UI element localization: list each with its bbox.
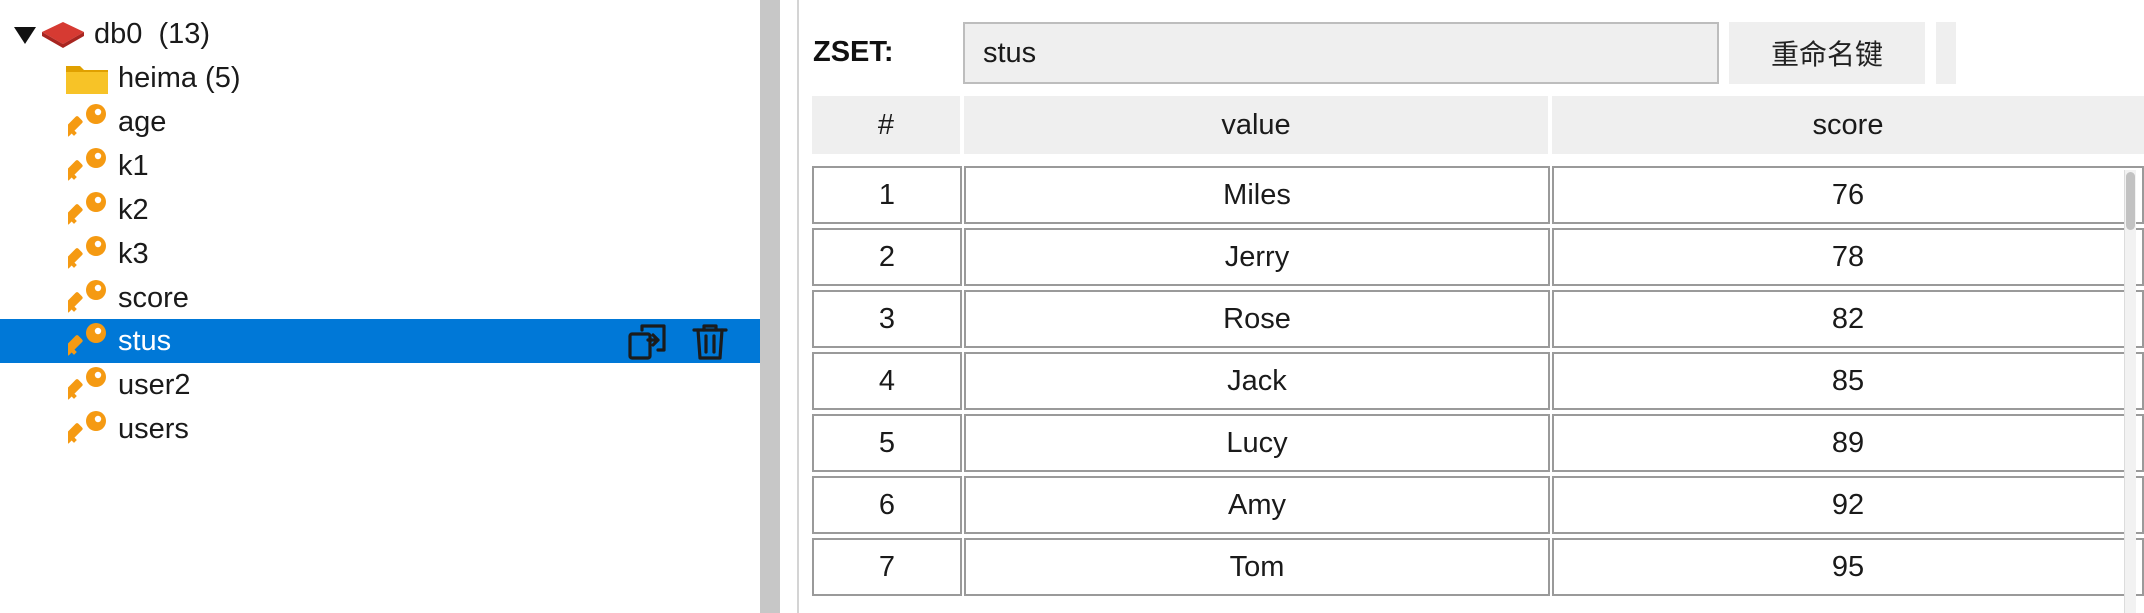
cell-score[interactable]: 78 [1552, 228, 2144, 286]
tree-item-label: age [118, 105, 167, 138]
cell-value[interactable]: Lucy [964, 414, 1550, 472]
tree-folder-0[interactable]: heima (5) [0, 56, 760, 100]
cell-value[interactable]: Jack [964, 352, 1550, 410]
divider [797, 0, 799, 613]
rename-key-button[interactable]: 重命名键 [1729, 22, 1925, 84]
table-row[interactable]: 3 Rose 82 [812, 290, 2144, 348]
key-icon [62, 102, 108, 142]
tree-item-label: heima (5) [118, 62, 241, 94]
expand-arrow-icon[interactable] [12, 22, 38, 48]
key-detail-panel: ZSET: 重命名键 # value score 1Miles762Jerry7… [800, 0, 2144, 613]
tree-key-1[interactable]: age [0, 100, 760, 144]
tree-key-4[interactable]: k3 [0, 232, 760, 276]
tree-key-8[interactable]: users [0, 407, 760, 451]
tree-item-label: k2 [118, 193, 149, 226]
key-icon [62, 321, 108, 361]
key-icon [62, 278, 108, 318]
tree-item-label: users [118, 413, 189, 446]
column-header-index[interactable]: # [812, 96, 960, 154]
tree-item-label: k1 [118, 149, 149, 182]
db-label: db0 (13) [94, 18, 211, 50]
table-row[interactable]: 2 Jerry 78 [812, 228, 2144, 286]
folder-icon [64, 60, 110, 96]
key-icon [62, 190, 108, 230]
cell-value[interactable]: Amy [964, 476, 1550, 534]
tree-db-node[interactable]: db0 (13) [0, 4, 760, 64]
redis-key-browser: db0 (13) heima (5) age k1 k2 k3 score stus user… [0, 0, 2144, 613]
tree-item-label: stus [118, 325, 172, 358]
tree-key-6[interactable]: stus [0, 319, 760, 364]
next-toolbar-button[interactable] [1936, 22, 1956, 84]
tree-item-label: score [118, 281, 189, 314]
cell-value[interactable]: Tom [964, 538, 1550, 596]
table-header: # value score [812, 96, 2144, 154]
tree-key-5[interactable]: score [0, 276, 760, 320]
tree-key-7[interactable]: user2 [0, 363, 760, 407]
tree-item-label: k3 [118, 237, 149, 270]
table-body: 1 Miles 76 2 Jerry 78 3 Rose 82 4 Jack 85 5 Lucy 89 6 Am… [812, 166, 2144, 613]
cell-score[interactable]: 85 [1552, 352, 2144, 410]
pane-splitter[interactable] [760, 0, 780, 613]
cell-value[interactable]: Rose [964, 290, 1550, 348]
key-icon [62, 146, 108, 186]
cell-value[interactable]: Miles [964, 166, 1550, 224]
cell-index[interactable]: 6 [812, 476, 962, 534]
table-row[interactable]: 6 Amy 92 [812, 476, 2144, 534]
tree-key-2[interactable]: k1 [0, 144, 760, 188]
cell-score[interactable]: 95 [1552, 538, 2144, 596]
cell-score[interactable]: 76 [1552, 166, 2144, 224]
table-row[interactable]: 4 Jack 85 [812, 352, 2144, 410]
cell-index[interactable]: 2 [812, 228, 962, 286]
key-icon [62, 409, 108, 449]
cell-index[interactable]: 5 [812, 414, 962, 472]
key-type-label: ZSET: [813, 36, 894, 68]
scrollbar-thumb[interactable] [2126, 172, 2135, 230]
column-header-score[interactable]: score [1552, 96, 2144, 154]
table-row[interactable]: 5 Lucy 89 [812, 414, 2144, 472]
cell-index[interactable]: 4 [812, 352, 962, 410]
key-icon [62, 234, 108, 274]
cell-value[interactable]: Jerry [964, 228, 1550, 286]
key-name-input[interactable] [963, 22, 1719, 84]
key-tree: db0 (13) heima (5) age k1 k2 k3 score stus user… [0, 0, 760, 613]
cell-score[interactable]: 92 [1552, 476, 2144, 534]
cell-score[interactable]: 82 [1552, 290, 2144, 348]
tree-key-3[interactable]: k2 [0, 188, 760, 232]
copy-icon[interactable] [626, 320, 670, 364]
cell-score[interactable]: 89 [1552, 414, 2144, 472]
cell-index[interactable]: 3 [812, 290, 962, 348]
trash-icon[interactable] [688, 320, 732, 364]
tree-item-label: user2 [118, 369, 191, 402]
vertical-scrollbar[interactable] [2124, 170, 2136, 613]
table-row[interactable]: 7 Tom 95 [812, 538, 2144, 596]
table-row[interactable]: 1 Miles 76 [812, 166, 2144, 224]
cell-index[interactable]: 7 [812, 538, 962, 596]
column-header-value[interactable]: value [964, 96, 1548, 154]
key-icon [62, 365, 108, 405]
database-icon [42, 22, 84, 48]
cell-index[interactable]: 1 [812, 166, 962, 224]
